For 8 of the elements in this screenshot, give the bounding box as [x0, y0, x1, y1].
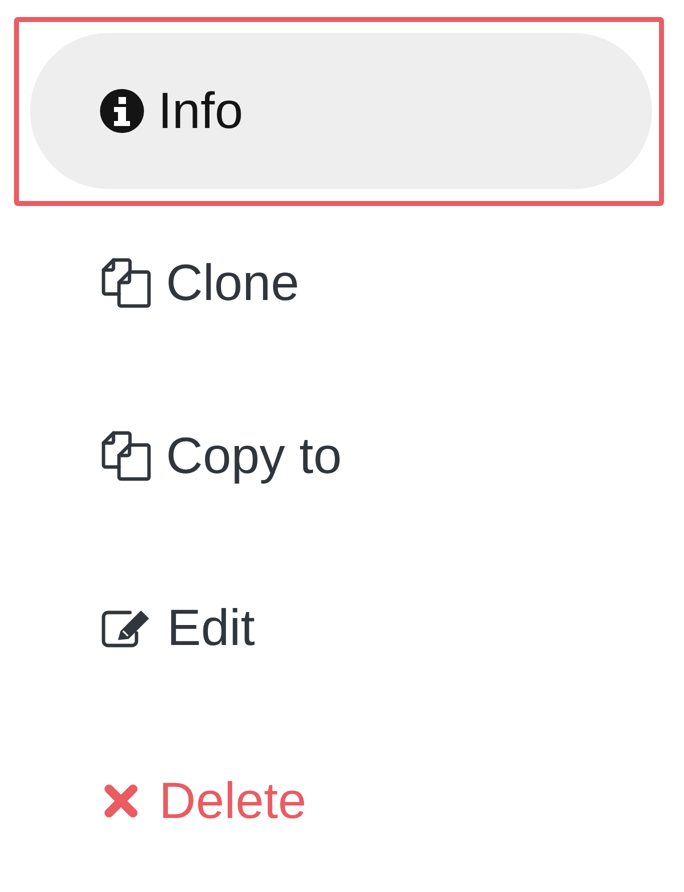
menu-item[interactable]: Clone	[30, 206, 652, 362]
menu-item[interactable]: Copy to	[30, 378, 652, 534]
cross-icon	[104, 784, 138, 818]
copy-icon	[101, 258, 152, 309]
menu-item[interactable]: Edit	[30, 550, 652, 706]
copy-icon	[101, 430, 152, 482]
menu-item[interactable]: Info	[30, 33, 652, 189]
info-icon	[100, 89, 144, 133]
